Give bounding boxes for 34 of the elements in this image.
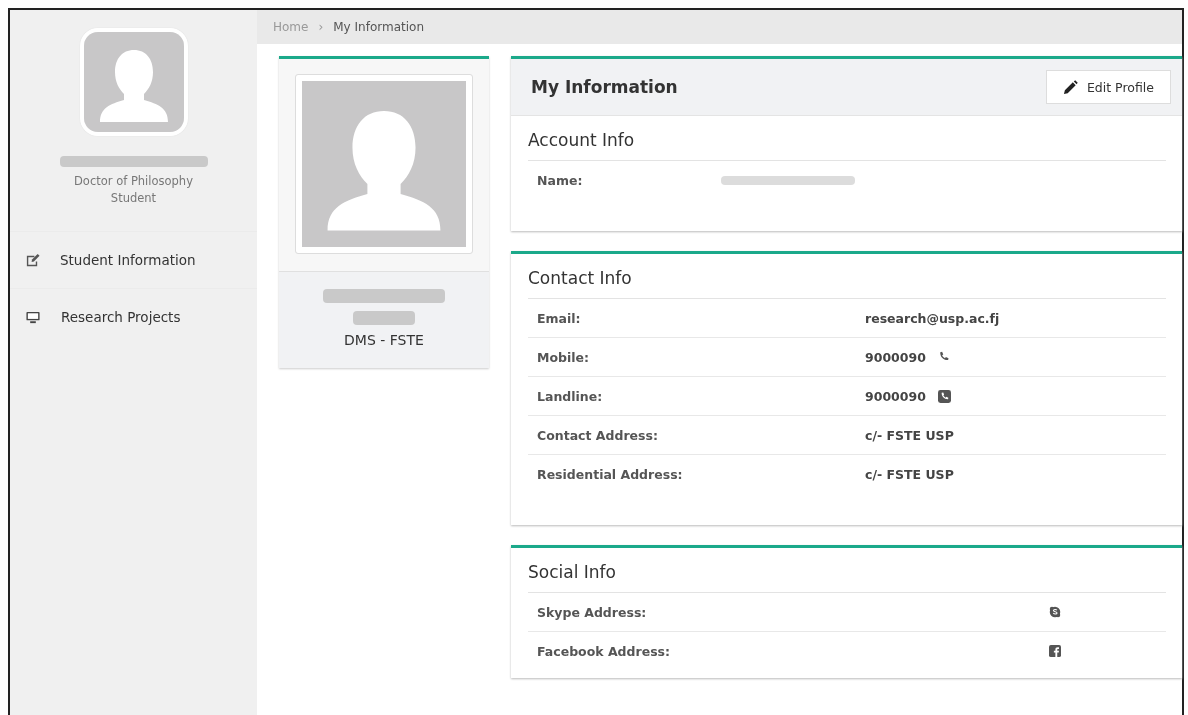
nav-item[interactable]: Student Information — [10, 231, 257, 288]
department-text: DMS - FSTE — [343, 332, 425, 348]
breadcrumb-current: My Information — [333, 20, 424, 34]
skype-icon — [1049, 606, 1061, 618]
field-label: Mobile: — [537, 349, 591, 365]
edit-icon — [25, 252, 40, 268]
field-value: c/- FSTE USP — [865, 466, 954, 482]
pencil-icon — [1062, 79, 1078, 95]
field-value: research@usp.ac.fj — [865, 310, 1000, 326]
facebook-icon — [1049, 645, 1061, 657]
field-label: Contact Address: — [537, 427, 659, 443]
section-heading: Social Info — [528, 562, 1166, 593]
section-heading: Account Info — [528, 130, 1166, 161]
degree-text: Doctor of Philosophy — [74, 174, 193, 188]
phone-icon — [937, 351, 950, 363]
field-label: Facebook Address: — [537, 643, 671, 659]
breadcrumb-separator: › — [318, 20, 324, 34]
panel-title: My Information — [531, 77, 678, 97]
field-label: Skype Address: — [537, 604, 648, 620]
field-value: 9000090 — [865, 388, 926, 404]
edit-profile-button[interactable]: Edit Profile — [1045, 70, 1171, 104]
field-value: c/- FSTE USP — [865, 427, 954, 443]
field-value: 9000090 — [865, 349, 926, 365]
field-label: Residential Address: — [537, 466, 684, 482]
monitor-icon — [25, 309, 41, 325]
phone-icon — [937, 389, 951, 403]
field-label: Landline: — [537, 388, 604, 404]
field-label: Name: — [537, 172, 584, 188]
nav-item[interactable]: Research Projects — [10, 288, 257, 345]
section-heading: Contact Info — [528, 268, 1166, 299]
role-text: Student — [110, 191, 157, 205]
avatar-icon — [296, 75, 472, 253]
field-label: Email: — [537, 310, 582, 326]
avatar-icon — [79, 28, 188, 136]
